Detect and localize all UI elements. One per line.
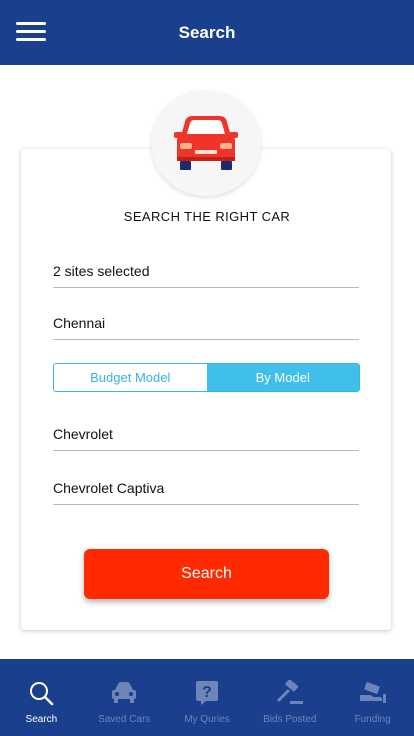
nav-label-bids-posted: Bids Posted: [263, 714, 317, 725]
question-icon: ?: [193, 679, 221, 707]
nav-item-search[interactable]: Search: [0, 659, 83, 736]
nav-label-search: Search: [25, 714, 58, 725]
budget-model-tab[interactable]: Budget Model: [54, 364, 207, 391]
search-icon: [27, 679, 55, 707]
sites-select-field[interactable]: 2 sites selected: [53, 263, 359, 288]
hamburger-menu-icon[interactable]: [16, 22, 46, 42]
nav-item-my-quries[interactable]: ? My Quries: [166, 659, 249, 736]
gavel-icon: [276, 679, 304, 707]
money-hand-icon: [359, 679, 387, 707]
model-toggle: Budget Model By Model: [53, 363, 360, 392]
svg-text:?: ?: [202, 684, 212, 701]
card-heading: SEARCH THE RIGHT CAR: [123, 209, 291, 224]
nav-label-funding: Funding: [354, 714, 391, 725]
nav-label-saved-cars: Saved Cars: [98, 714, 151, 725]
car-model-field[interactable]: Chevrolet Captiva: [53, 480, 359, 505]
car-icon: [110, 679, 138, 707]
search-button[interactable]: Search: [84, 549, 329, 599]
city-field[interactable]: Chennai: [53, 315, 359, 340]
page-title: Search: [178, 22, 236, 42]
app-header: Search: [0, 0, 414, 65]
nav-item-saved-cars[interactable]: Saved Cars: [83, 659, 166, 736]
car-badge: [151, 90, 261, 196]
bottom-nav: Search Saved Cars ? My Quries Bids Poste…: [0, 659, 414, 736]
nav-item-bids-posted[interactable]: Bids Posted: [248, 659, 331, 736]
by-model-tab[interactable]: By Model: [206, 364, 359, 391]
nav-item-funding[interactable]: Funding: [331, 659, 414, 736]
car-make-field[interactable]: Chevrolet: [53, 426, 359, 451]
nav-label-my-quries: My Quries: [184, 714, 230, 725]
car-front-icon: [174, 116, 238, 170]
